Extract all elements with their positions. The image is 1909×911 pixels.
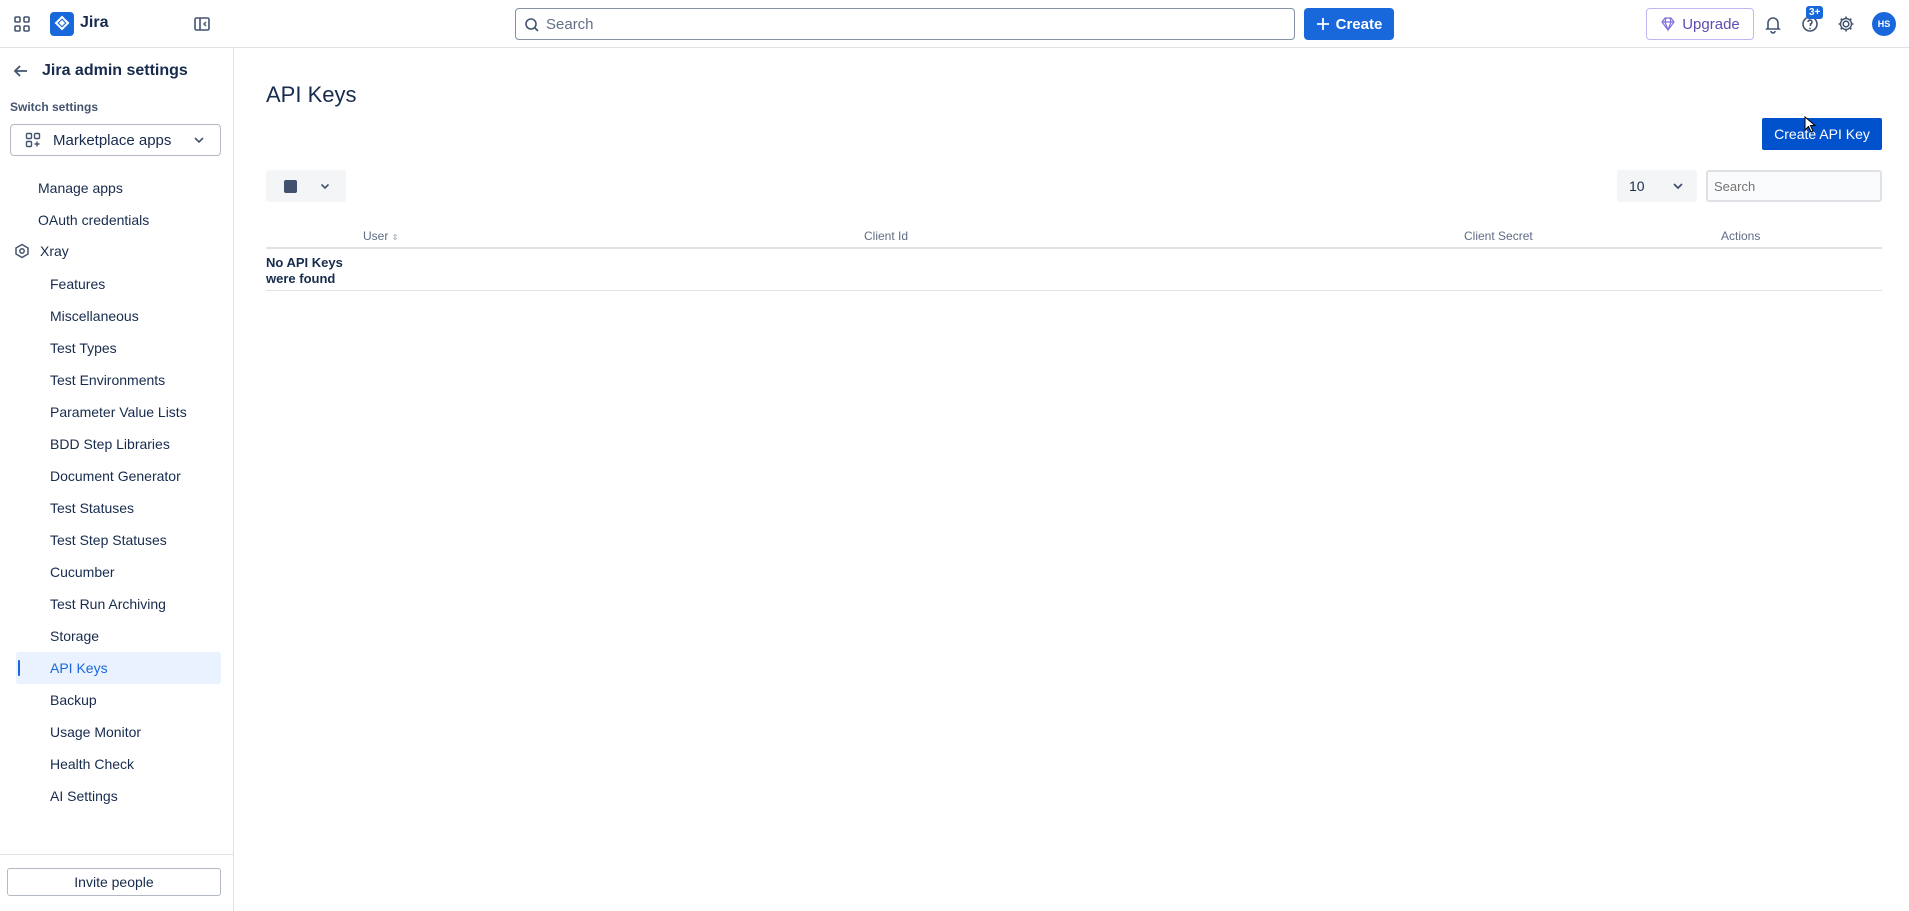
- arrow-left-icon: [13, 65, 27, 77]
- column-header-client-id: Client Id: [864, 229, 909, 243]
- settings-gear-icon[interactable]: [1836, 14, 1856, 37]
- admin-sidebar: Jira admin settings Switch settings Mark…: [0, 48, 234, 911]
- sidebar-item-test-run-archiving[interactable]: Test Run Archiving: [50, 596, 166, 612]
- sort-icon: ⇕: [391, 233, 399, 242]
- sidebar-item-manage-apps[interactable]: Manage apps: [38, 180, 123, 196]
- sidebar-item-test-statuses[interactable]: Test Statuses: [50, 500, 134, 516]
- apps-plus-icon: [25, 132, 41, 148]
- global-search-input[interactable]: Search: [515, 8, 1295, 40]
- page-title: API Keys: [266, 82, 357, 107]
- gem-icon: [1661, 17, 1675, 32]
- sidebar-item-backup[interactable]: Backup: [50, 692, 97, 708]
- column-header-actions: Actions: [1721, 229, 1761, 243]
- page-size-select[interactable]: 10: [1617, 170, 1697, 202]
- invite-people-button[interactable]: Invite people: [7, 868, 221, 896]
- sidebar-title: Jira admin settings: [42, 62, 188, 79]
- empty-table-message: No API Keys were found: [266, 255, 343, 286]
- user-avatar[interactable]: HS: [1872, 12, 1896, 36]
- sidebar-item-ai-settings[interactable]: AI Settings: [50, 788, 118, 804]
- upgrade-button[interactable]: Upgrade: [1646, 8, 1754, 40]
- upgrade-button-label: Upgrade: [1682, 15, 1740, 33]
- active-item-indicator: [18, 660, 20, 676]
- sidebar-item-bdd-step-libraries[interactable]: BDD Step Libraries: [50, 436, 170, 452]
- page-size-value: 10: [1629, 178, 1645, 194]
- app-name[interactable]: Jira: [80, 14, 108, 32]
- switch-settings-value: Marketplace apps: [53, 131, 172, 149]
- sidebar-item-test-types[interactable]: Test Types: [50, 340, 117, 356]
- create-api-key-button[interactable]: Create API Key: [1762, 118, 1882, 150]
- sidebar-item-oauth-credentials[interactable]: OAuth credentials: [38, 212, 149, 228]
- sidebar-item-miscellaneous[interactable]: Miscellaneous: [50, 308, 139, 324]
- app-switcher-icon[interactable]: [12, 14, 32, 34]
- table-search-input[interactable]: [1706, 170, 1882, 202]
- active-item-highlight: [16, 652, 221, 684]
- mouse-cursor-icon: [1804, 115, 1817, 137]
- column-header-user[interactable]: User ⇕: [363, 229, 398, 243]
- create-button[interactable]: Create: [1304, 8, 1394, 40]
- sidebar-item-storage[interactable]: Storage: [50, 628, 99, 644]
- sidebar-item-document-generator[interactable]: Document Generator: [50, 468, 181, 484]
- search-icon: [525, 18, 539, 32]
- chevron-down-icon: [1673, 183, 1683, 190]
- chevron-down-icon: [194, 137, 204, 144]
- top-navigation-bar: Jira Search Create Upgrade 3+ HS: [0, 0, 1909, 48]
- sidebar-item-health-check[interactable]: Health Check: [50, 756, 134, 772]
- help-badge: 3+: [1806, 6, 1824, 19]
- sidebar-item-api-keys[interactable]: API Keys: [50, 660, 108, 676]
- create-button-label: Create: [1335, 15, 1383, 33]
- column-header-user-label: User: [363, 229, 389, 243]
- column-header-client-secret: Client Secret: [1464, 229, 1533, 243]
- table-header-divider: [266, 247, 1882, 249]
- notifications-bell-icon[interactable]: [1763, 14, 1783, 37]
- jira-logo-icon[interactable]: [50, 12, 74, 36]
- columns-icon: [284, 179, 297, 193]
- switch-settings-label: Switch settings: [10, 100, 99, 114]
- hexagon-settings-icon: [15, 243, 29, 259]
- table-row-divider: [266, 290, 1882, 291]
- chevron-down-icon: [320, 183, 330, 190]
- sidebar-item-cucumber[interactable]: Cucumber: [50, 564, 115, 580]
- sidebar-item-features[interactable]: Features: [50, 276, 105, 292]
- search-placeholder: Search: [546, 16, 594, 33]
- sidebar-item-test-environments[interactable]: Test Environments: [50, 372, 165, 388]
- sidebar-item-usage-monitor[interactable]: Usage Monitor: [50, 724, 141, 740]
- sidebar-toggle-icon[interactable]: [192, 14, 212, 34]
- column-toggle-dropdown[interactable]: [266, 170, 346, 202]
- sidebar-item-test-step-statuses[interactable]: Test Step Statuses: [50, 532, 167, 548]
- sidebar-group-xray-label: Xray: [40, 243, 69, 259]
- back-to-settings[interactable]: Jira admin settings: [12, 62, 188, 80]
- switch-settings-select[interactable]: Marketplace apps: [10, 124, 221, 156]
- sidebar-group-xray[interactable]: Xray: [14, 243, 69, 259]
- sidebar-item-parameter-value-lists[interactable]: Parameter Value Lists: [50, 404, 187, 420]
- plus-icon: [1316, 18, 1329, 30]
